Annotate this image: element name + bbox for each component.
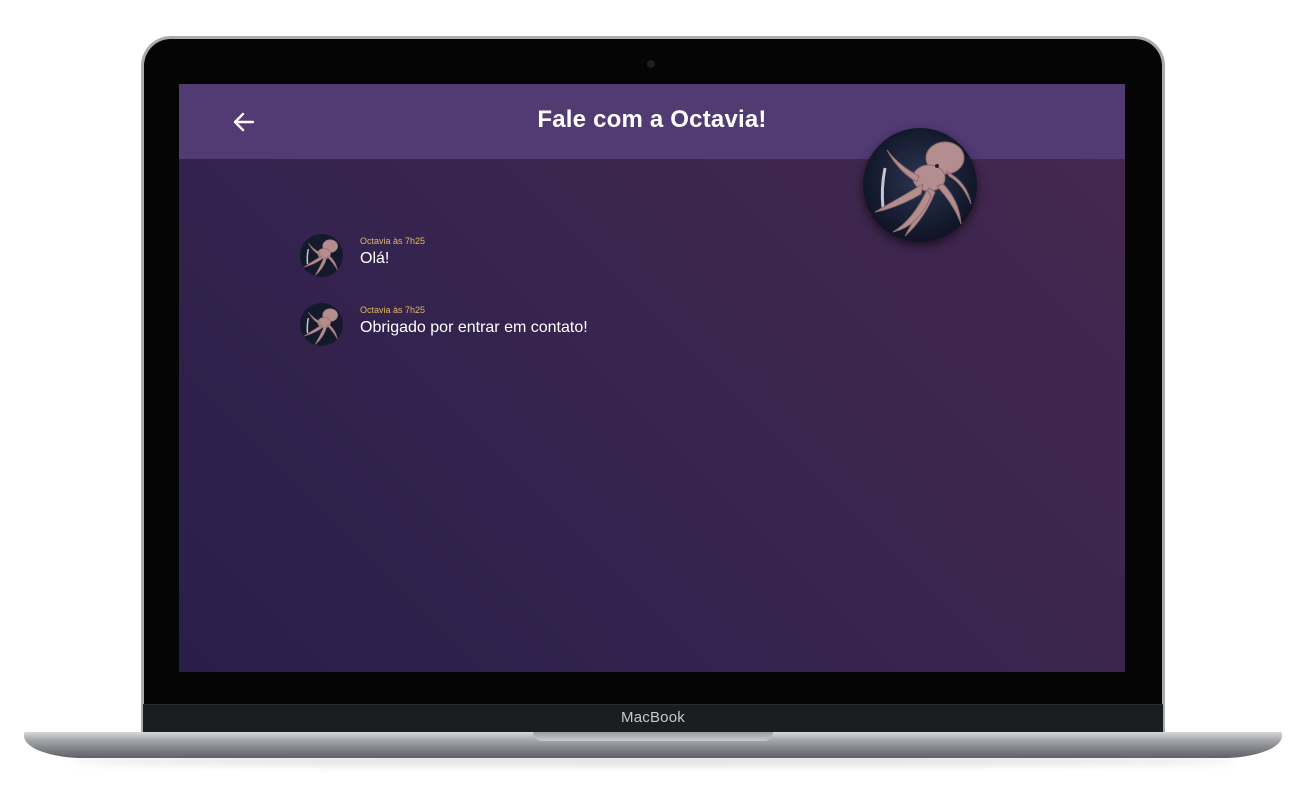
camera-icon: [647, 60, 655, 68]
chat-message: Octavia às 7h25 Obrigado por entrar em c…: [300, 303, 900, 349]
header-bar: Fale com a Octavia!: [179, 84, 1125, 159]
chat-message: Octavia às 7h25 Olá!: [300, 234, 900, 280]
octavia-avatar-small: [300, 303, 343, 346]
message-text: Obrigado por entrar em contato!: [360, 319, 588, 336]
page-title: Fale com a Octavia!: [537, 106, 767, 133]
octavia-avatar-small: [300, 234, 343, 277]
message-text: Olá!: [360, 250, 390, 267]
laptop-notch: [533, 732, 773, 741]
octavia-avatar[interactable]: [863, 128, 977, 242]
message-meta: Octavia às 7h25: [360, 236, 426, 246]
device-brand: MacBook: [621, 709, 685, 726]
app-screen: Fale com a Octavia! Octavia às 7h25 Olá!…: [179, 84, 1125, 672]
message-meta: Octavia às 7h25: [360, 305, 426, 315]
